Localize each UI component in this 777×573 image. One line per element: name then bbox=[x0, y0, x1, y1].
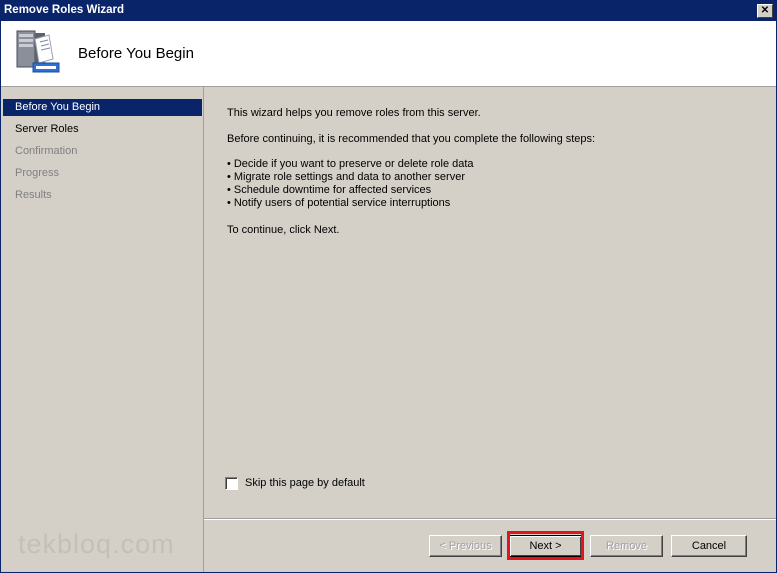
wizard-steps-nav: Before You Begin Server Roles Confirmati… bbox=[2, 87, 204, 572]
nav-item-before-you-begin[interactable]: Before You Begin bbox=[3, 99, 202, 116]
intro-text: This wizard helps you remove roles from … bbox=[227, 107, 481, 119]
nav-item-confirmation: Confirmation bbox=[15, 145, 78, 157]
previous-button[interactable]: < Previous bbox=[429, 535, 502, 557]
nav-item-server-roles[interactable]: Server Roles bbox=[3, 121, 202, 138]
before-continuing-text: Before continuing, it is recommended tha… bbox=[227, 133, 596, 145]
close-button[interactable]: ✕ bbox=[757, 4, 773, 18]
button-separator bbox=[204, 518, 776, 520]
window-title: Remove Roles Wizard bbox=[4, 4, 125, 16]
watermark: tekbloq.com bbox=[18, 529, 175, 559]
skip-page-label[interactable]: Skip this page by default bbox=[245, 477, 365, 489]
skip-page-checkbox[interactable] bbox=[225, 476, 238, 490]
title-bar[interactable]: Remove Roles Wizard ✕ bbox=[1, 1, 776, 21]
skip-page-option[interactable]: Skip this page by default bbox=[225, 476, 365, 490]
server-roles-icon bbox=[16, 30, 60, 73]
steps-list: Decide if you want to preserve or delete… bbox=[227, 158, 474, 210]
wizard-window: Remove Roles Wizard ✕ Before You Begin B… bbox=[0, 0, 777, 573]
continue-text: To continue, click Next. bbox=[227, 224, 340, 236]
wizard-content: This wizard helps you remove roles from … bbox=[204, 87, 776, 517]
page-title: Before You Begin bbox=[78, 45, 194, 62]
wizard-header: Before You Begin bbox=[1, 21, 776, 87]
cancel-button[interactable]: Cancel bbox=[671, 535, 747, 557]
remove-button[interactable]: Remove bbox=[590, 535, 663, 557]
nav-item-progress: Progress bbox=[15, 167, 60, 179]
list-item: Migrate role settings and data to anothe… bbox=[227, 171, 474, 184]
nav-item-results: Results bbox=[15, 189, 52, 201]
list-item: Notify users of potential service interr… bbox=[227, 197, 474, 210]
close-icon: ✕ bbox=[760, 5, 770, 16]
list-item: Decide if you want to preserve or delete… bbox=[227, 158, 474, 171]
next-button-highlight bbox=[507, 531, 584, 560]
list-item: Schedule downtime for affected services bbox=[227, 184, 474, 197]
